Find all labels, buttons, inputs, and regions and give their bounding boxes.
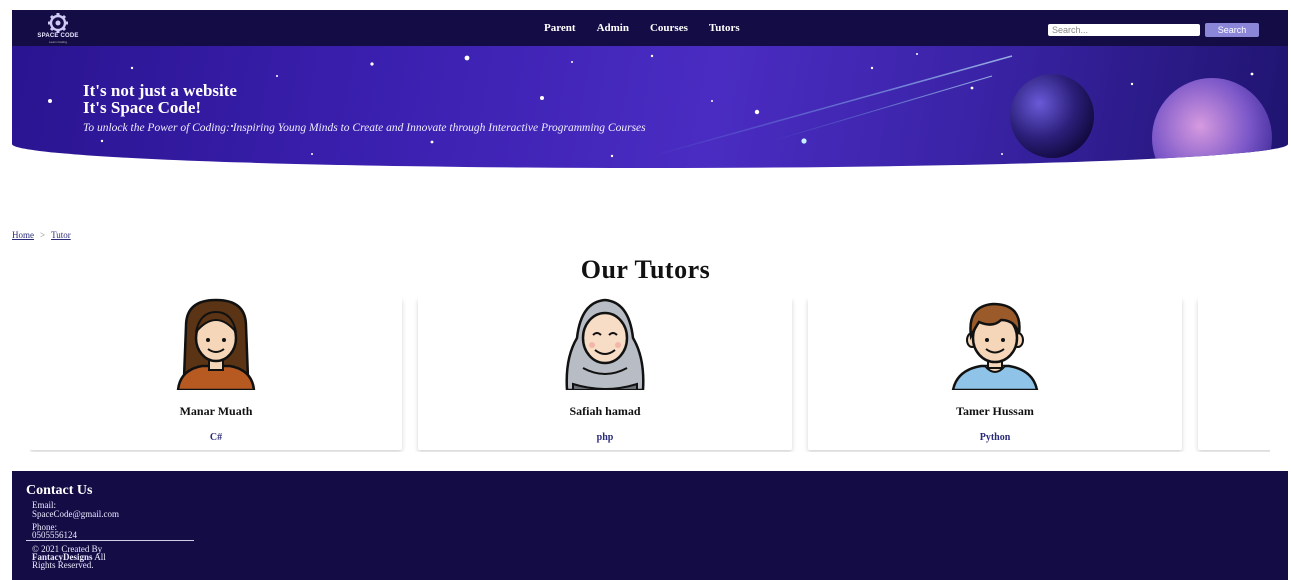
tutor-course[interactable]: C# xyxy=(30,432,402,443)
hero-banner: It's not just a website It's Space Code!… xyxy=(12,46,1288,168)
nav-tutors[interactable]: Tutors xyxy=(709,22,740,34)
tutor-name: Tamer Hussam xyxy=(956,404,1034,418)
tutor-course[interactable]: Python xyxy=(808,432,1182,443)
logo[interactable]: SPACE CODE Learn Coding xyxy=(28,12,88,44)
hero-subtitle: To unlock the Power of Coding: Inspiring… xyxy=(83,122,646,134)
hero-title-line1: It's not just a website xyxy=(83,81,237,100)
rights-reserved: Rights Reserved. xyxy=(32,560,94,570)
breadcrumb-separator: > xyxy=(40,230,46,240)
logo-text: SPACE CODE xyxy=(37,33,79,39)
phone-value[interactable]: 0505556124 xyxy=(32,531,77,540)
footer-divider xyxy=(26,540,194,541)
breadcrumb: Home > Tutor xyxy=(12,230,71,240)
nav-links: Parent Admin Courses Tutors xyxy=(544,10,740,46)
navbar: SPACE CODE Learn Coding Parent Admin Cou… xyxy=(12,10,1288,46)
tutor-course[interactable]: php xyxy=(418,432,792,443)
nav-courses[interactable]: Courses xyxy=(650,22,688,34)
hero-title-line2: It's Space Code! xyxy=(83,98,202,117)
tutor-name: Safiah hamad xyxy=(569,404,641,418)
tutor-card-partial[interactable] xyxy=(1198,298,1270,450)
breadcrumb-home[interactable]: Home xyxy=(12,230,34,240)
male-avatar-icon xyxy=(951,302,1039,390)
tutor-name: Manar Muath xyxy=(179,404,253,418)
page-title: Our Tutors xyxy=(580,255,711,284)
breadcrumb-tutor[interactable]: Tutor xyxy=(51,230,71,240)
footer: Contact Us Email: SpaceCode@gmail.com Ph… xyxy=(12,471,1288,580)
logo-subtext: Learn Coding xyxy=(48,40,67,44)
gear-icon xyxy=(48,13,68,33)
nav-parent[interactable]: Parent xyxy=(544,22,576,34)
search-input[interactable] xyxy=(1048,24,1200,36)
footer-heading: Contact Us xyxy=(26,483,93,498)
hero-title: It's not just a website It's Space Code! xyxy=(83,82,237,116)
email-value[interactable]: SpaceCode@gmail.com xyxy=(32,510,119,519)
nav-admin[interactable]: Admin xyxy=(597,22,629,34)
tutor-card[interactable]: Safiah hamad php xyxy=(418,298,792,450)
tutor-card[interactable]: Tamer Hussam Python xyxy=(808,298,1182,450)
female-hijab-avatar-icon xyxy=(565,298,645,390)
tutor-carousel: Manar Muath C# Safiah hamad php Tamer Hu… xyxy=(30,298,1270,452)
copyright-suffix: All xyxy=(94,552,106,562)
tutor-card[interactable]: Manar Muath C# xyxy=(30,298,402,450)
search-button[interactable]: Search xyxy=(1205,23,1259,37)
female-long-hair-avatar-icon xyxy=(176,298,256,390)
